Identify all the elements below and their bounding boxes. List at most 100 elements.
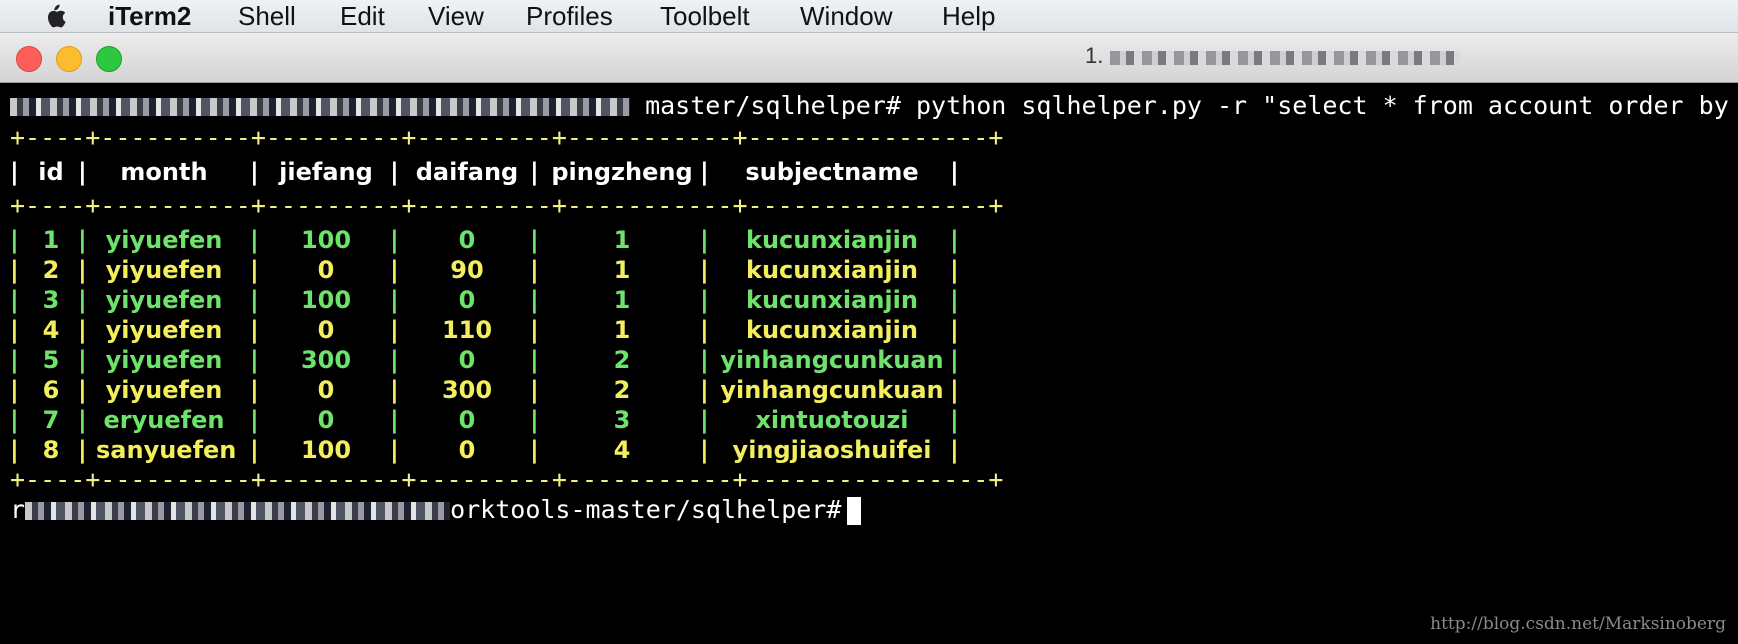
header-month: month (120, 158, 208, 186)
cell-jiefang: 300 (300, 346, 352, 374)
redacted-window-title (1110, 51, 1460, 65)
column-separator: | (250, 286, 259, 314)
close-window-button[interactable] (16, 46, 42, 72)
header-subjectname: subjectname (745, 158, 919, 186)
column-separator: | (390, 436, 399, 464)
table-border-header: +----+----------+---------+---------+---… (10, 191, 1004, 220)
column-separator: | (390, 256, 399, 284)
column-separator: | (78, 316, 87, 344)
terminal-view[interactable]: master/sqlhelper# python sqlhelper.py -r… (0, 83, 1738, 644)
menu-window[interactable]: Window (800, 1, 892, 31)
minimize-window-button[interactable] (56, 46, 82, 72)
column-separator: | (10, 158, 19, 186)
redacted-path (25, 502, 451, 520)
column-separator: | (390, 286, 399, 314)
command-text: master/sqlhelper# python sqlhelper.py -r… (645, 91, 1738, 120)
column-separator: | (700, 256, 709, 284)
header-jiefang: jiefang (279, 158, 373, 186)
menu-view[interactable]: View (428, 1, 484, 31)
cell-daifang: 110 (441, 316, 493, 344)
cell-month: yiyuefen (105, 226, 223, 254)
column-separator: | (700, 316, 709, 344)
cell-jiefang: 100 (300, 286, 352, 314)
cell-subjectname: yingjiaoshuifei (732, 436, 932, 464)
column-separator: | (10, 286, 19, 314)
window-title-bar[interactable]: 1. (0, 33, 1738, 83)
cell-id: 7 (42, 406, 60, 434)
column-separator: | (390, 316, 399, 344)
zoom-window-button[interactable] (96, 46, 122, 72)
cell-month: sanyuefen (96, 436, 237, 464)
cell-daifang: 0 (458, 346, 476, 374)
cell-jiefang: 100 (300, 226, 352, 254)
cell-subjectname: kucunxianjin (746, 256, 918, 284)
cell-month: eryuefen (103, 406, 225, 434)
column-separator: | (530, 346, 539, 374)
cell-pingzheng: 3 (613, 406, 631, 434)
column-separator: | (250, 226, 259, 254)
table-border-bottom: +----+----------+---------+---------+---… (10, 465, 1004, 494)
column-separator: | (530, 316, 539, 344)
cell-month: yiyuefen (105, 286, 223, 314)
cell-daifang: 0 (458, 286, 476, 314)
cell-month: yiyuefen (105, 376, 223, 404)
cell-month: yiyuefen (105, 256, 223, 284)
menu-shell[interactable]: Shell (238, 1, 296, 31)
menu-bar: iTerm2 Shell Edit View Profiles Toolbelt… (0, 0, 1738, 33)
column-separator: | (250, 316, 259, 344)
column-separator: | (10, 316, 19, 344)
cell-jiefang: 0 (317, 316, 335, 344)
header-pingzheng: pingzheng (551, 158, 693, 186)
cell-pingzheng: 1 (613, 256, 631, 284)
window-title: 1. (1085, 43, 1104, 68)
column-separator: | (700, 286, 709, 314)
cell-daifang: 0 (458, 436, 476, 464)
column-separator: | (530, 256, 539, 284)
column-separator: | (250, 436, 259, 464)
column-separator: | (950, 346, 959, 374)
column-separator: | (950, 226, 959, 254)
column-separator: | (250, 346, 259, 374)
redacted-path (10, 98, 630, 116)
watermark: http://blog.csdn.net/Marksinoberg (1430, 614, 1726, 634)
column-separator: | (390, 346, 399, 374)
column-separator: | (78, 376, 87, 404)
menu-profiles[interactable]: Profiles (526, 1, 613, 31)
column-separator: | (78, 158, 87, 186)
column-separator: | (250, 376, 259, 404)
menu-toolbelt[interactable]: Toolbelt (660, 1, 750, 31)
apple-icon[interactable] (40, 0, 70, 32)
text-cursor (847, 497, 862, 525)
column-separator: | (700, 346, 709, 374)
column-separator: | (950, 406, 959, 434)
column-separator: | (10, 376, 19, 404)
column-separator: | (530, 436, 539, 464)
column-separator: | (390, 376, 399, 404)
column-separator: | (10, 406, 19, 434)
cell-id: 3 (42, 286, 60, 314)
menu-help[interactable]: Help (942, 1, 995, 31)
cell-id: 1 (42, 226, 60, 254)
column-separator: | (950, 256, 959, 284)
cell-id: 5 (42, 346, 60, 374)
column-separator: | (700, 376, 709, 404)
column-separator: | (250, 158, 259, 186)
column-separator: | (530, 158, 539, 186)
menu-edit[interactable]: Edit (340, 1, 385, 31)
column-separator: | (78, 406, 87, 434)
column-separator: | (530, 406, 539, 434)
cell-subjectname: yinhangcunkuan (720, 346, 944, 374)
menu-app-name[interactable]: iTerm2 (108, 1, 191, 31)
column-separator: | (10, 226, 19, 254)
column-separator: | (530, 286, 539, 314)
column-separator: | (78, 286, 87, 314)
column-separator: | (950, 316, 959, 344)
column-separator: | (78, 256, 87, 284)
cell-jiefang: 0 (317, 376, 335, 404)
cell-jiefang: 100 (300, 436, 352, 464)
column-separator: | (250, 406, 259, 434)
column-separator: | (950, 376, 959, 404)
cell-id: 4 (42, 316, 60, 344)
cell-subjectname: yinhangcunkuan (720, 376, 944, 404)
prompt-text: orktools-master/sqlhelper# (450, 495, 842, 524)
